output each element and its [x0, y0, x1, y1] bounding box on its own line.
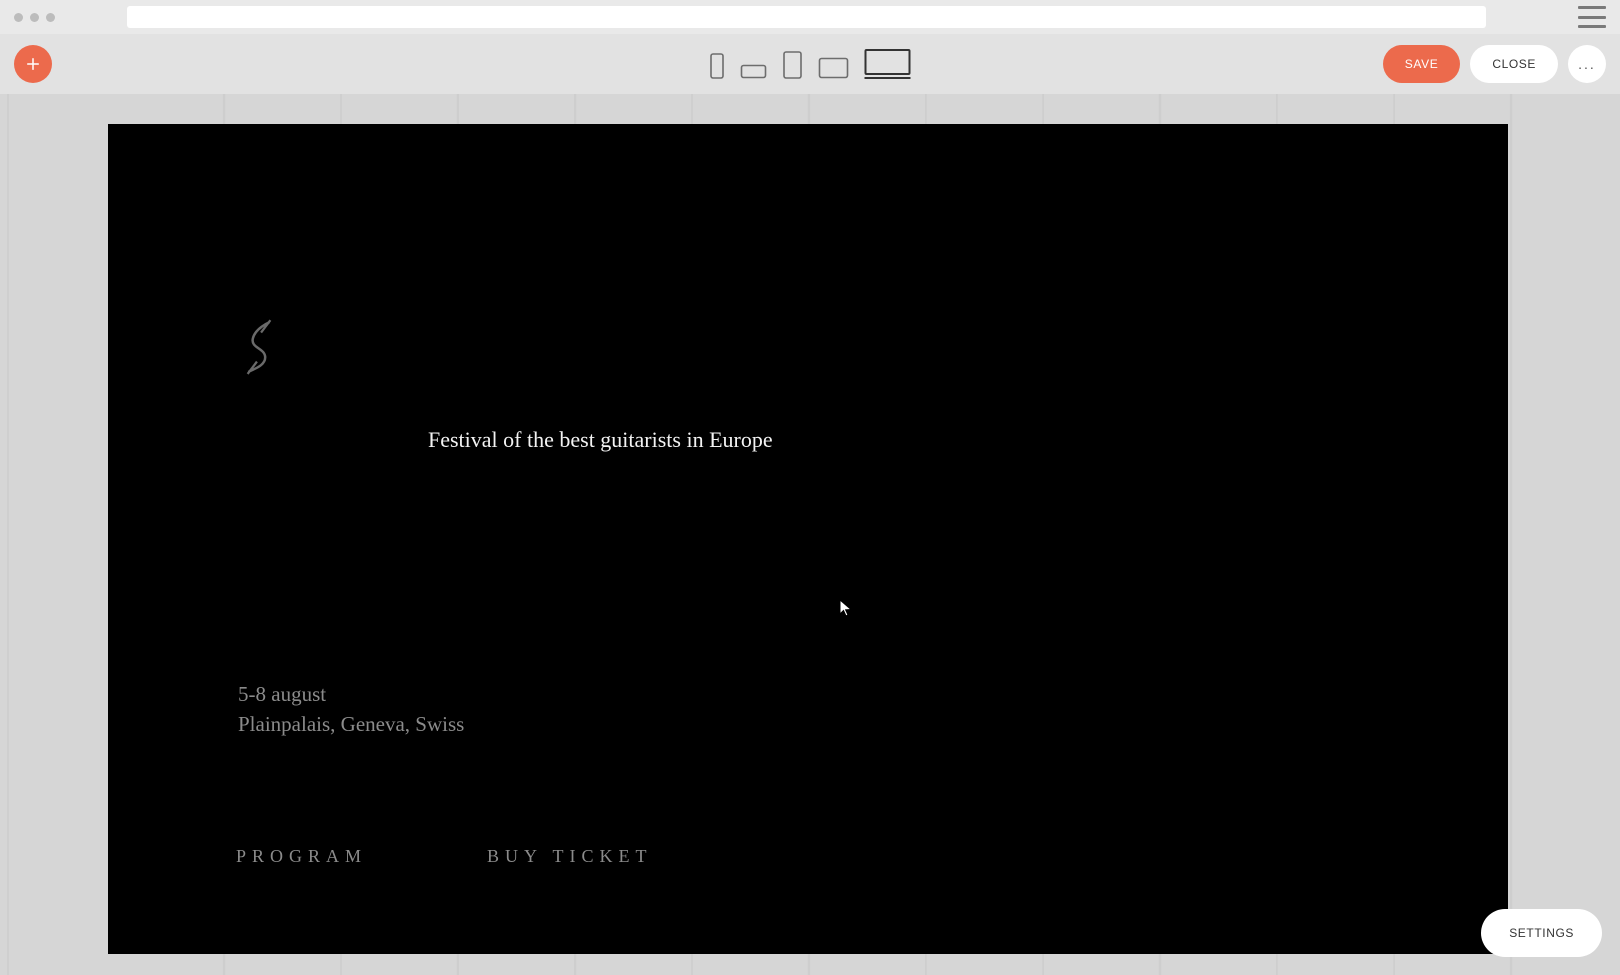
viewport-desktop[interactable]	[865, 49, 911, 79]
hero-date: 5-8 august	[238, 679, 464, 709]
toolbar-right: SAVE CLOSE ...	[1383, 45, 1606, 83]
add-block-button[interactable]	[14, 45, 52, 83]
url-input[interactable]	[127, 6, 1486, 28]
editor-canvas[interactable]: Festival of the best guitarists in Europ…	[0, 94, 1620, 975]
hero-headline[interactable]: Festival of the best guitarists in Europ…	[428, 427, 773, 453]
save-button[interactable]: SAVE	[1383, 45, 1461, 83]
close-button[interactable]: CLOSE	[1470, 45, 1558, 83]
hero-block[interactable]: Festival of the best guitarists in Europ…	[108, 124, 1508, 954]
site-logo	[238, 314, 280, 376]
program-link[interactable]: PROGRAM	[236, 846, 367, 867]
window-controls	[14, 13, 55, 22]
viewport-phone-landscape[interactable]	[741, 64, 767, 79]
viewport-tablet-landscape[interactable]	[819, 57, 849, 79]
editor-toolbar: SAVE CLOSE ...	[0, 34, 1620, 94]
titlebar	[0, 0, 1620, 34]
logo-s-icon	[238, 314, 280, 376]
hamburger-menu-icon[interactable]	[1578, 6, 1606, 28]
viewport-tablet-portrait[interactable]	[783, 51, 803, 79]
hero-location: Plainpalais, Geneva, Swiss	[238, 709, 464, 739]
window-dot-minimize[interactable]	[30, 13, 39, 22]
buy-ticket-link[interactable]: BUY TICKET	[487, 846, 653, 867]
viewport-phone-portrait[interactable]	[710, 53, 725, 79]
viewport-switcher	[710, 49, 911, 79]
hero-links: PROGRAM BUY TICKET	[236, 846, 653, 867]
settings-button[interactable]: SETTINGS	[1481, 909, 1602, 957]
hero-event-meta[interactable]: 5-8 august Plainpalais, Geneva, Swiss	[238, 679, 464, 740]
more-button[interactable]: ...	[1568, 45, 1606, 83]
window-dot-close[interactable]	[14, 13, 23, 22]
plus-icon	[24, 55, 42, 73]
window-dot-zoom[interactable]	[46, 13, 55, 22]
